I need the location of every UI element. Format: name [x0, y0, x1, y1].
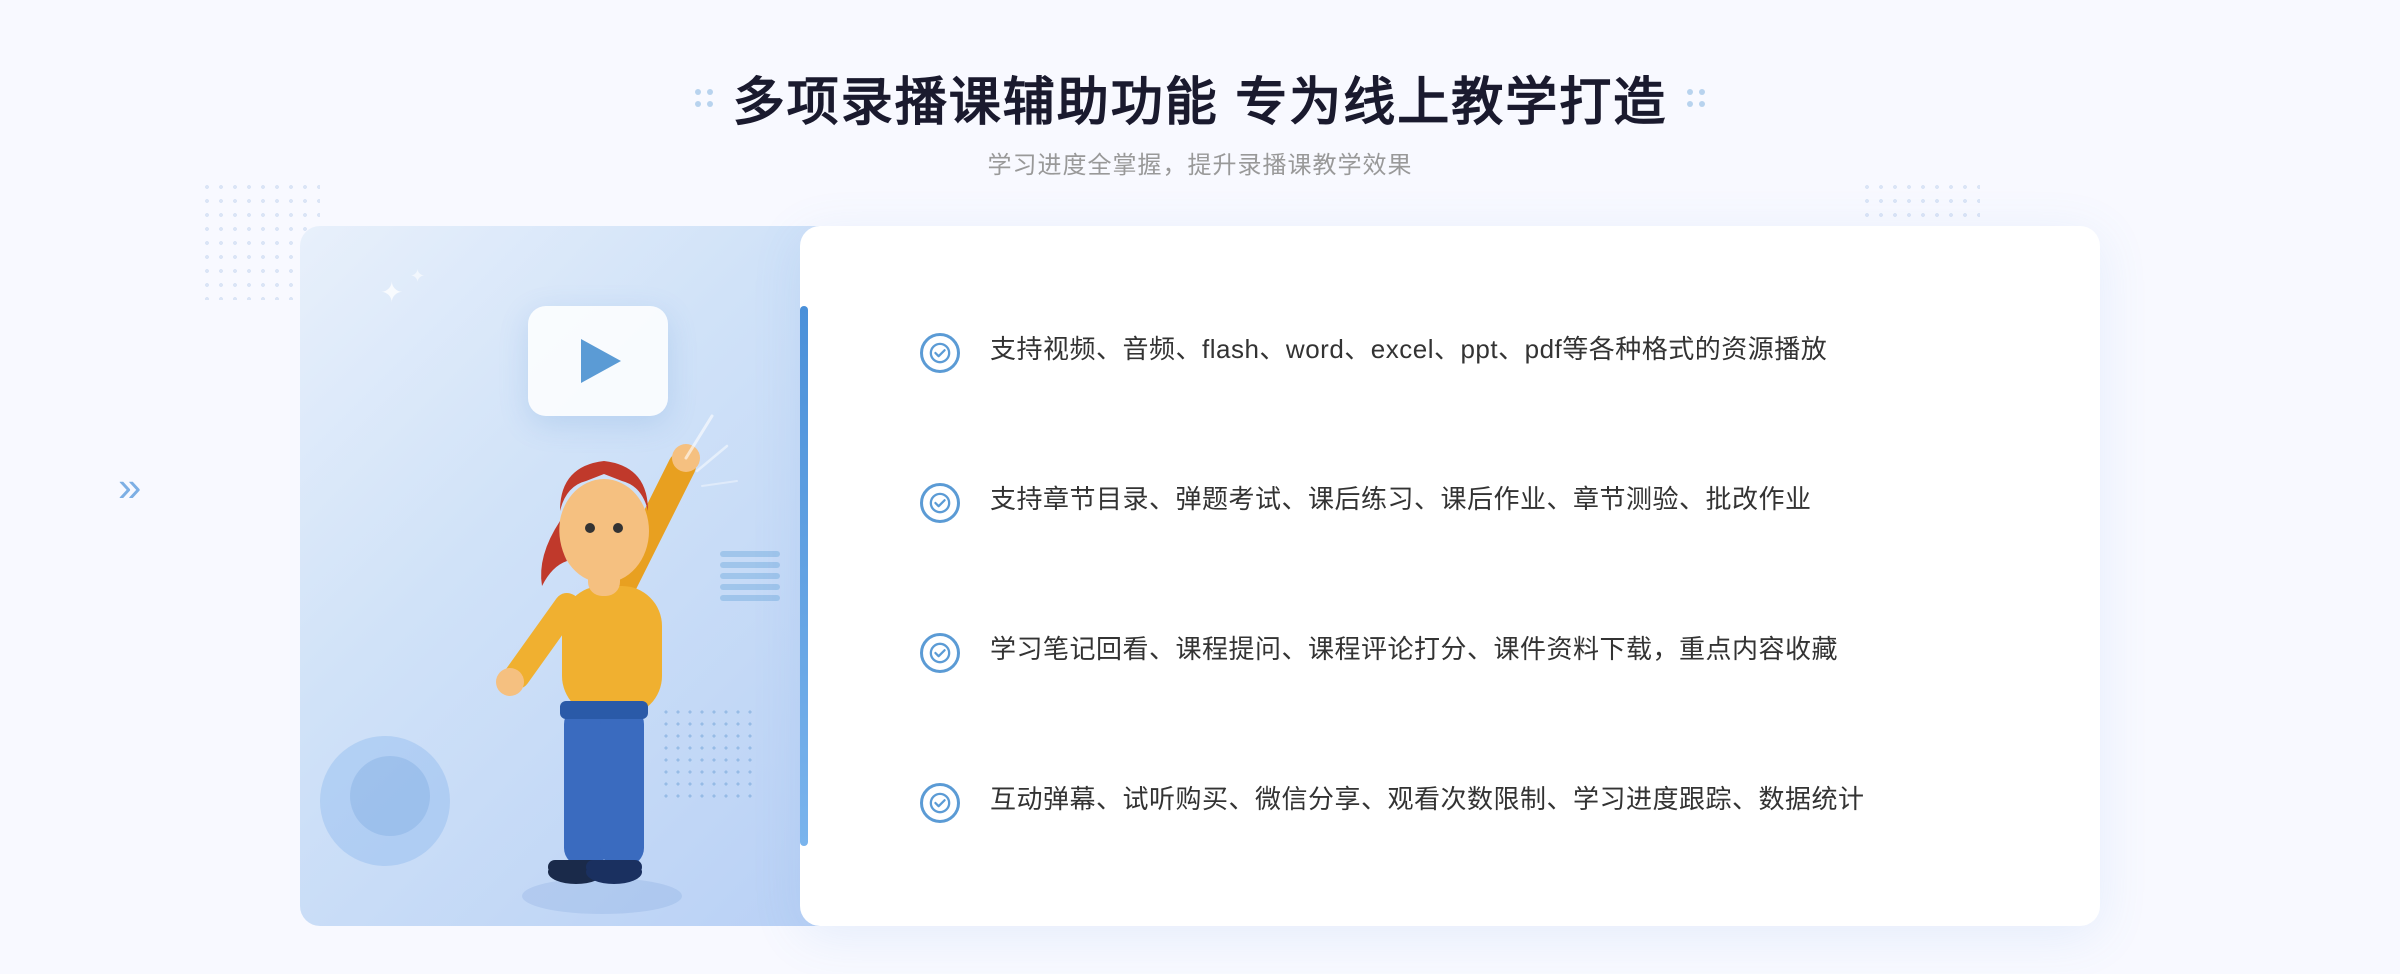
sparkle2-decoration: ✦ [410, 266, 425, 287]
feature-item-3: 学习笔记回看、课程提问、课程评论打分、课件资料下载，重点内容收藏 [920, 629, 2020, 673]
title-dots-right [1687, 89, 1705, 107]
feature-item-1: 支持视频、音频、flash、word、excel、ppt、pdf等各种格式的资源… [920, 329, 2020, 373]
check-icon-4 [920, 783, 960, 823]
chevron-decoration-left: » [118, 466, 141, 508]
header-title-container: 多项录播课辅助功能 专为线上教学打造 [695, 60, 1705, 135]
page-title: 多项录播课辅助功能 专为线上教学打造 [733, 60, 1667, 135]
check-icon-3 [920, 633, 960, 673]
page-subtitle: 学习进度全掌握，提升录播课教学效果 [695, 145, 1705, 180]
check-icon-1 [920, 333, 960, 373]
feature-item-4: 互动弹幕、试听购买、微信分享、观看次数限制、学习进度跟踪、数据统计 [920, 779, 2020, 823]
deco-circle-small [350, 756, 430, 836]
main-content: ✦ ✦ [300, 226, 2100, 926]
human-figure [442, 366, 762, 926]
feature-item-2: 支持章节目录、弹题考试、课后练习、课后作业、章节测验、批改作业 [920, 479, 2020, 523]
feature-text-1: 支持视频、音频、flash、word、excel、ppt、pdf等各种格式的资源… [990, 329, 1827, 371]
features-panel: 支持视频、音频、flash、word、excel、ppt、pdf等各种格式的资源… [800, 226, 2100, 926]
page-header: 多项录播课辅助功能 专为线上教学打造 学习进度全掌握，提升录播课教学效果 [695, 60, 1705, 180]
title-dots-left [695, 89, 713, 107]
feature-text-3: 学习笔记回看、课程提问、课程评论打分、课件资料下载，重点内容收藏 [990, 629, 1838, 671]
page-container: » 多项录播课辅助功能 专为线上教学打造 学习进度全掌握，提升录播课教学效果 ✦… [0, 0, 2400, 974]
illustration-area: ✦ ✦ [300, 226, 840, 926]
feature-text-2: 支持章节目录、弹题考试、课后练习、课后作业、章节测验、批改作业 [990, 479, 1812, 521]
feature-text-4: 互动弹幕、试听购买、微信分享、观看次数限制、学习进度跟踪、数据统计 [990, 779, 1865, 821]
check-icon-2 [920, 483, 960, 523]
sparkle-decoration: ✦ [380, 276, 403, 309]
